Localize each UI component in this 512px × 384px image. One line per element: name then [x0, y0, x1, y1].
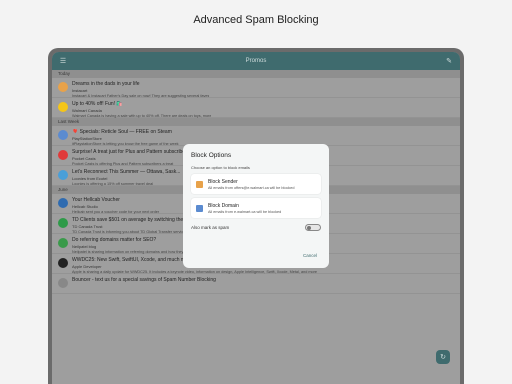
app-bar-title: Promos — [245, 58, 267, 64]
mark-spam-row: Also mark as spam — [191, 222, 321, 232]
email-row[interactable]: Bouncer - text us for a special savings … — [52, 274, 460, 294]
dialog-title: Block Options — [191, 152, 232, 159]
email-snippet: Hellcab sent you a voucher code for your… — [72, 210, 160, 214]
email-row[interactable]: Up to 40% off! Fun! 🛍️ Walmart Canada Walm… — [52, 98, 460, 118]
sender-logo-icon — [58, 102, 68, 112]
email-sender: PlayStationStore — [72, 136, 102, 141]
email-sender: Loonies from Ecotel — [72, 176, 108, 181]
cancel-button[interactable]: Cancel — [303, 253, 317, 258]
option-description: All emails from offers@e.walmart.ca will… — [208, 185, 295, 190]
sender-logo-icon — [58, 198, 68, 208]
mark-spam-toggle[interactable] — [305, 223, 321, 231]
sender-logo-icon — [58, 278, 68, 288]
email-snippet: Pocket Casts is offering Plus and Patter… — [72, 162, 174, 166]
email-sender: Instacart — [72, 88, 88, 93]
email-snippet: Walmart Canada is having a sale with up … — [72, 114, 212, 118]
email-sender: Walmart Canada — [72, 108, 102, 113]
sender-logo-icon — [58, 130, 68, 140]
email-title: Surprise! A treat just for Plus and Patt… — [72, 149, 190, 155]
edit-icon[interactable]: ✎ — [444, 56, 454, 66]
email-title: Let's Reconnect This Summer — Ottawa, Sa… — [72, 169, 181, 175]
sender-logo-icon — [58, 218, 68, 228]
dialog-subtitle: Choose an option to block emails — [191, 165, 250, 170]
email-snippet: Instacart & Instacart Father's Day sale … — [72, 94, 210, 98]
option-label: Block Domain — [208, 202, 239, 209]
mark-spam-label: Also mark as spam — [191, 224, 230, 230]
menu-icon[interactable]: ☰ — [58, 56, 68, 66]
option-description: All emails from e.walmart.ca will be blo… — [208, 209, 282, 214]
section-header: Today — [52, 70, 460, 78]
email-row[interactable]: Dreams in the dads in your life Instacart… — [52, 78, 460, 98]
block-sender-option[interactable]: Block Sender All emails from offers@e.wa… — [191, 174, 321, 194]
app-bar: ☰ Promos ✎ — [52, 52, 460, 70]
toggle-knob — [307, 225, 311, 230]
refresh-fab[interactable]: ↻ — [436, 350, 450, 364]
refresh-icon: ↻ — [440, 354, 446, 361]
email-title: Dreams in the dads in your life — [72, 81, 140, 87]
sender-logo-icon — [58, 82, 68, 92]
email-sender: Hellcab Studio — [72, 204, 98, 209]
block-options-dialog: Block Options Choose an option to block … — [183, 144, 329, 268]
person-icon — [196, 180, 203, 188]
email-title: Up to 40% off! Fun! 🛍️ — [72, 101, 123, 107]
building-icon — [196, 204, 203, 212]
sender-logo-icon — [58, 238, 68, 248]
section-header: Last Week — [52, 118, 460, 126]
email-snippet: itPlaystationStore is letting you know t… — [72, 142, 179, 146]
email-title: 🎈 Specials: Reticle Soul — FREE on Steam — [72, 129, 172, 135]
option-label: Block Sender — [208, 178, 238, 185]
page-headline: Advanced Spam Blocking — [193, 14, 319, 26]
email-sender: Pocket Casts — [72, 156, 96, 161]
email-title: Bouncer - text us for a special savings … — [72, 277, 216, 283]
email-snippet: Apple is sharing a daily update for WWDC… — [72, 270, 318, 274]
email-snippet: Loonies is offering a 15% off summer tra… — [72, 182, 154, 186]
sender-logo-icon — [58, 258, 68, 268]
sender-logo-icon — [58, 170, 68, 180]
email-row[interactable]: 🎈 Specials: Reticle Soul — FREE on Steam… — [52, 126, 460, 146]
sender-logo-icon — [58, 150, 68, 160]
email-title: Your Hellcab Voucher — [72, 197, 120, 203]
block-domain-option[interactable]: Block Domain All emails from e.walmart.c… — [191, 198, 321, 218]
